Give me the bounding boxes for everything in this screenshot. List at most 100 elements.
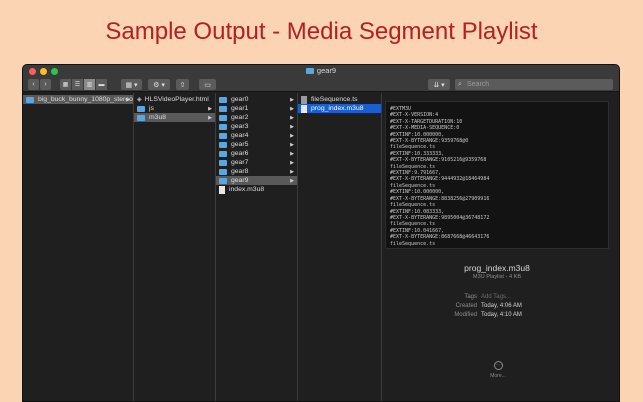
folder-icon [26,96,34,103]
folder-row-gear8[interactable]: gear8 ▶ [216,167,297,176]
page-headline: Sample Output - Media Segment Playlist [105,18,538,45]
folder-icon [305,68,314,74]
tags-input[interactable]: Add Tags... [481,294,511,300]
folder-row-gear1[interactable]: gear1 ▶ [216,104,297,113]
folder-row-gear6[interactable]: gear6 ▶ [216,149,297,158]
preview-file-type: M3U Playlist - 4 KB [472,274,522,280]
folder-icon [137,105,145,112]
folder-label: gear7 [231,159,249,166]
folder-icon [219,168,227,175]
tag-button[interactable]: ▭ [199,79,216,90]
chevron-right-icon: ▶ [290,177,294,184]
folder-label: gear3 [231,123,249,130]
file-row-index-m3u8[interactable]: index.m3u8 [216,185,297,194]
folder-icon [219,132,227,139]
share-button[interactable]: ⇧ [176,79,189,90]
video-file-icon [301,95,307,104]
chevron-right-icon: ▶ [290,114,294,121]
file-label: fileSequence.ts [311,96,358,103]
more-label: More... [490,373,506,379]
icon-view-button[interactable]: ▦ [60,79,72,90]
file-preview-text: #EXTM3U #EXT-X-VERSION:4 #EXT-X-TARGETDURA… [385,101,609,249]
file-label: index.m3u8 [229,186,265,193]
chevron-right-icon: ▶ [290,150,294,157]
dropbox-menu-button[interactable]: ⇊ ▾ [428,79,450,90]
html-file-icon: ◈ [137,97,142,103]
folder-row-gear5[interactable]: gear5 ▶ [216,140,297,149]
chevron-right-icon: ▶ [290,105,294,112]
folder-label: gear9 [231,177,249,184]
document-icon [219,185,225,194]
folder-icon [219,114,227,121]
folder-icon [219,123,227,130]
action-gear-button[interactable]: ⚙ ▾ [148,79,170,90]
modified-value: Today, 4:10 AM [481,312,522,318]
chevron-right-icon: ▶ [290,159,294,166]
folder-label: gear5 [231,141,249,148]
file-row-prog-index[interactable]: prog_index.m3u8 [298,104,381,113]
chevron-right-icon: ▶ [290,168,294,175]
modified-label: Modified [454,312,477,318]
folder-row-big-buck-bunny[interactable]: big_buck_bunny_1080p_stereo ▶ [23,95,133,104]
folder-label: js [149,105,154,112]
file-label: HLSVideoPlayer.html [144,96,209,103]
metadata-panel: Tags Add Tags... Created Today, 4:06 AM … [385,294,609,324]
chevron-right-icon: ▶ [290,96,294,103]
search-placeholder: Search [467,81,490,88]
file-label: prog_index.m3u8 [311,105,364,112]
list-view-button[interactable]: ☰ [72,79,84,90]
chevron-right-icon: ▶ [290,123,294,130]
window-title-text: gear9 [316,66,337,75]
folder-row-gear0[interactable]: gear0 ▶ [216,95,297,104]
chevron-right-icon: ▶ [290,141,294,148]
folder-row-gear3[interactable]: gear3 ▶ [216,122,297,131]
folder-label: gear8 [231,168,249,175]
chevron-right-icon: ▶ [208,105,212,112]
chevron-right-icon: ▶ [208,114,212,121]
folder-label: gear6 [231,150,249,157]
folder-icon [137,114,145,121]
folder-row-gear9[interactable]: gear9 ▶ [216,176,297,185]
finder-window: gear9 ‹ › ▦ ☰ ▥ ▬ ▦ ▾ ⚙ ▾ ⇧ ▭ ⇊ ▾ ⌕ Searc… [22,64,620,402]
file-row-filesequence[interactable]: fileSequence.ts [298,95,381,104]
search-field[interactable]: ⌕ Search [455,79,613,90]
toolbar: ‹ › ▦ ☰ ▥ ▬ ▦ ▾ ⚙ ▾ ⇧ ▭ ⇊ ▾ ⌕ Search [23,78,619,92]
folder-label: gear2 [231,114,249,121]
column-1: big_buck_bunny_1080p_stereo ▶ [23,93,134,401]
forward-button[interactable]: › [40,79,51,90]
folder-row-gear4[interactable]: gear4 ▶ [216,131,297,140]
folder-icon [219,150,227,157]
group-menu-button[interactable]: ▦ ▾ [121,79,142,90]
column-3: gear0 ▶ gear1 ▶ gear2 ▶ gear3 ▶ gear4 ▶ gear5… [216,93,298,401]
search-icon: ⌕ [458,81,462,88]
created-value: Today, 4:06 AM [481,303,522,309]
folder-icon [219,96,227,103]
folder-label: gear0 [231,96,249,103]
folder-icon [219,159,227,166]
window-title: gear9 [23,66,619,75]
more-button[interactable]: ··· More... [487,361,509,379]
folder-label: big_buck_bunny_1080p_stereo [38,96,133,103]
folder-row-m3u8[interactable]: m3u8 ▶ [134,113,215,122]
column-browser: big_buck_bunny_1080p_stereo ▶ ◈ HLSVideoPl… [23,93,619,401]
folder-label: m3u8 [149,114,167,121]
title-bar: gear9 [23,65,619,78]
folder-row-gear7[interactable]: gear7 ▶ [216,158,297,167]
preview-file-name: prog_index.m3u8 [464,263,530,273]
dropbox-icon: ⇊ [433,81,440,89]
back-button[interactable]: ‹ [28,79,39,90]
column-2: ◈ HLSVideoPlayer.html js ▶ m3u8 ▶ [134,93,216,401]
folder-row-js[interactable]: js ▶ [134,104,215,113]
preview-line: fileSequence.ts [390,240,436,247]
column-view-button[interactable]: ▥ [84,79,96,90]
more-ellipsis-icon: ··· [493,361,503,370]
folder-icon [219,141,227,148]
file-row-hlsvideoplayer[interactable]: ◈ HLSVideoPlayer.html [134,95,215,104]
tags-label: Tags [464,294,477,300]
chevron-right-icon: ▶ [290,132,294,139]
folder-icon [219,177,227,184]
folder-row-gear2[interactable]: gear2 ▶ [216,113,297,122]
gallery-view-button[interactable]: ▬ [96,79,108,90]
folder-label: gear4 [231,132,249,139]
folder-icon [219,105,227,112]
